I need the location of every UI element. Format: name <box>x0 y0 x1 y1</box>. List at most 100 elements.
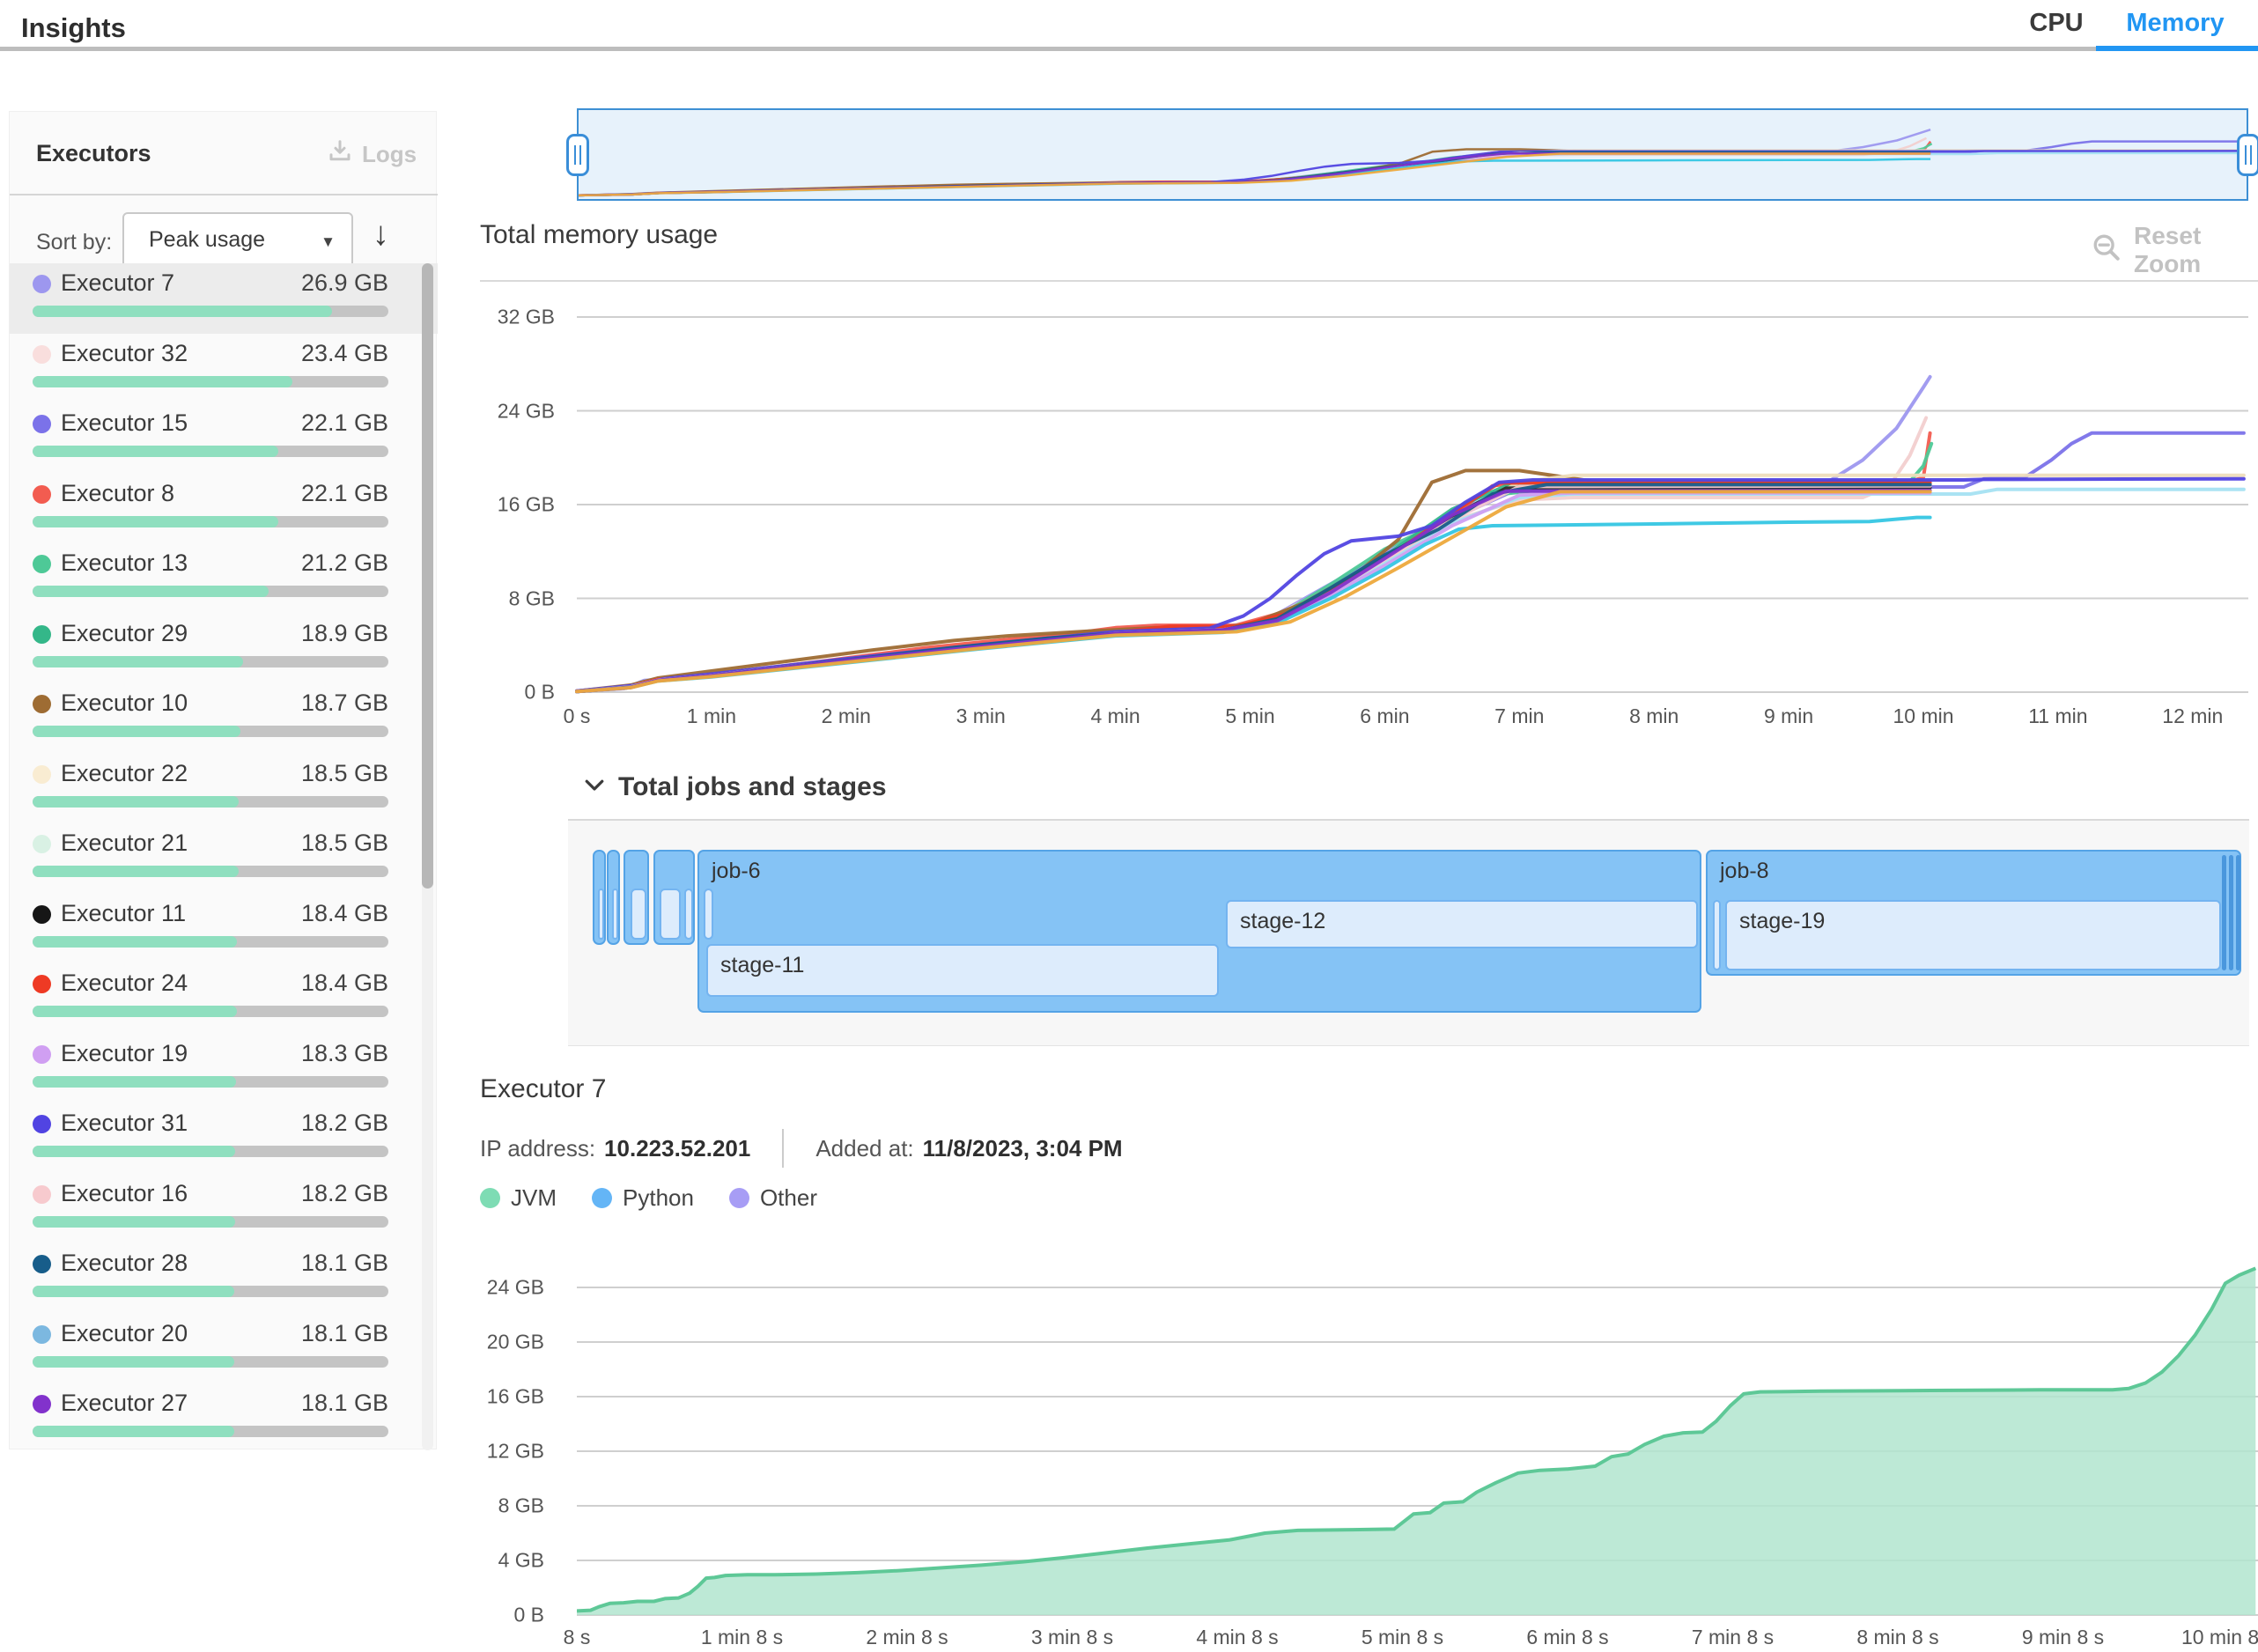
legend-item-jvm[interactable]: JVM <box>480 1184 557 1212</box>
reset-zoom-button[interactable]: Reset Zoom <box>2092 222 2258 278</box>
executor-name: Executor 31 <box>61 1110 188 1137</box>
stage-bar-stage-11[interactable]: stage-11 <box>706 944 1219 997</box>
executor-peak-value: 18.5 GB <box>301 760 388 787</box>
stage-bar[interactable] <box>631 889 646 940</box>
executor-name: Executor 13 <box>61 549 188 577</box>
job-bar-job-6[interactable]: job-6stage-12stage-11 <box>697 850 1701 1013</box>
executor-peak-value: 18.2 GB <box>301 1180 388 1207</box>
y-tick-label: 16 GB <box>465 1385 544 1409</box>
sort-direction-button[interactable]: ↓ <box>373 216 389 254</box>
executor-name: Executor 22 <box>61 760 188 787</box>
jobs-section-title: Total jobs and stages <box>618 772 887 802</box>
executors-panel-header: Executors Logs <box>10 112 438 195</box>
executor-list-item[interactable]: Executor 2718.1 GB <box>10 1383 438 1450</box>
executor-color-dot <box>33 1115 51 1133</box>
executor-name: Executor 28 <box>61 1250 188 1277</box>
executor-list-item[interactable]: Executor 2018.1 GB <box>10 1314 438 1384</box>
executor-list-item[interactable]: Executor 822.1 GB <box>10 474 438 544</box>
y-tick-label: 24 GB <box>465 1276 544 1300</box>
executor-list-item[interactable]: Executor 1018.7 GB <box>10 683 438 754</box>
stage-bar[interactable] <box>1713 900 1721 970</box>
x-tick-label: 8 s <box>564 1626 591 1649</box>
stage-label: stage-11 <box>720 953 804 978</box>
executor-usage-bar-fill <box>33 446 278 457</box>
brush-handle-right[interactable] <box>2237 134 2258 176</box>
sidebar-scrollbar-thumb[interactable] <box>422 263 433 889</box>
executor-color-dot <box>33 975 51 993</box>
executor-color-dot <box>33 625 51 644</box>
brush-handle-left[interactable] <box>566 134 589 176</box>
executor-usage-bar-fill <box>33 656 243 667</box>
stage-bar[interactable] <box>704 889 713 940</box>
x-tick-label: 7 min <box>1494 704 1544 728</box>
x-tick-label: 5 min <box>1225 704 1274 728</box>
executor-detail-title: Executor 7 <box>480 1074 606 1104</box>
series-executor-8 <box>577 433 1930 691</box>
executor-peak-value: 18.5 GB <box>301 830 388 857</box>
logs-button[interactable]: Logs <box>327 138 417 171</box>
executor-list: Executor 726.9 GBExecutor 3223.4 GBExecu… <box>10 263 438 1450</box>
jobs-timeline-panel: job-6stage-12stage-11job-8stage-19 <box>568 819 2249 1046</box>
tab-memory[interactable]: Memory <box>2105 9 2246 38</box>
executor-list-item[interactable]: Executor 1522.1 GB <box>10 403 438 474</box>
executor-color-dot <box>33 1045 51 1064</box>
executor-list-item[interactable]: Executor 3223.4 GB <box>10 334 438 404</box>
executor-name: Executor 19 <box>61 1040 188 1067</box>
total-memory-line-chart[interactable] <box>577 291 2248 704</box>
legend-item-other[interactable]: Other <box>729 1184 817 1212</box>
job-stripe <box>2236 855 2240 970</box>
executor-list-item[interactable]: Executor 1321.2 GB <box>10 543 438 614</box>
x-tick-label: 4 min <box>1090 704 1140 728</box>
overview-brush[interactable] <box>577 108 2248 201</box>
sort-select-value: Peak usage <box>149 227 265 253</box>
executor-usage-bar <box>33 1216 388 1228</box>
executor-list-item[interactable]: Executor 2418.4 GB <box>10 963 438 1034</box>
executor-list-item[interactable]: Executor 1118.4 GB <box>10 894 438 964</box>
legend-item-python[interactable]: Python <box>592 1184 694 1212</box>
stage-bar-stage-19[interactable]: stage-19 <box>1725 900 2221 970</box>
jobs-section-toggle[interactable]: Total jobs and stages <box>581 771 887 802</box>
meta-divider <box>782 1129 784 1168</box>
job-bar[interactable] <box>624 850 649 945</box>
series-executor-32 <box>577 418 1926 691</box>
executor-color-dot <box>33 695 51 713</box>
executor-usage-bar <box>33 516 388 527</box>
executor-list-item[interactable]: Executor 21 18.5 GB <box>10 823 438 894</box>
x-tick-label: 4 min 8 s <box>1196 1626 1278 1649</box>
series-executor-10 <box>577 470 1930 690</box>
executor-list-item[interactable]: Executor 1918.3 GB <box>10 1034 438 1104</box>
executor-list-item[interactable]: Executor 2918.9 GB <box>10 614 438 684</box>
executor-list-item[interactable]: Executor 2818.1 GB <box>10 1243 438 1314</box>
download-icon <box>327 138 353 171</box>
job-bar-job-8[interactable]: job-8 stage-19 <box>1706 850 2241 976</box>
added-at-label: Added at: <box>815 1135 913 1162</box>
executor-color-dot <box>33 905 51 924</box>
active-tab-underline <box>2096 46 2258 51</box>
job-label: job-8 <box>1720 859 1769 884</box>
executor-list-item[interactable]: Executor 3118.2 GB <box>10 1103 438 1174</box>
job-bar[interactable] <box>653 850 695 945</box>
stage-bar-stage-12[interactable]: stage-12 <box>1226 900 1698 948</box>
executor-color-dot <box>33 345 51 364</box>
executor-name: Executor 21 <box>61 830 188 857</box>
executor-color-dot <box>33 765 51 784</box>
stage-bar[interactable] <box>612 889 618 940</box>
executor-usage-bar-fill <box>33 1146 235 1157</box>
stage-bar[interactable] <box>684 889 693 940</box>
x-tick-label: 10 min 8 s <box>2181 1626 2258 1649</box>
job-bar[interactable] <box>593 850 606 945</box>
tab-cpu[interactable]: CPU <box>2026 9 2087 38</box>
executor-color-dot <box>33 1325 51 1344</box>
executor-list-item[interactable]: Executor 22 18.5 GB <box>10 754 438 824</box>
executor-name: Executor 7 <box>61 269 174 297</box>
stage-bar[interactable] <box>660 889 681 940</box>
executor-memory-area-chart[interactable] <box>577 1259 2258 1620</box>
legend-label: JVM <box>511 1184 557 1212</box>
executor-list-item[interactable]: Executor 726.9 GB <box>10 263 438 334</box>
executor-usage-bar-fill <box>33 796 239 808</box>
stage-bar[interactable] <box>598 889 604 940</box>
sort-select[interactable]: Peak usage ▼ <box>122 212 353 269</box>
job-bar[interactable] <box>607 850 620 945</box>
executor-usage-bar <box>33 586 388 597</box>
executor-list-item[interactable]: Executor 1618.2 GB <box>10 1174 438 1244</box>
